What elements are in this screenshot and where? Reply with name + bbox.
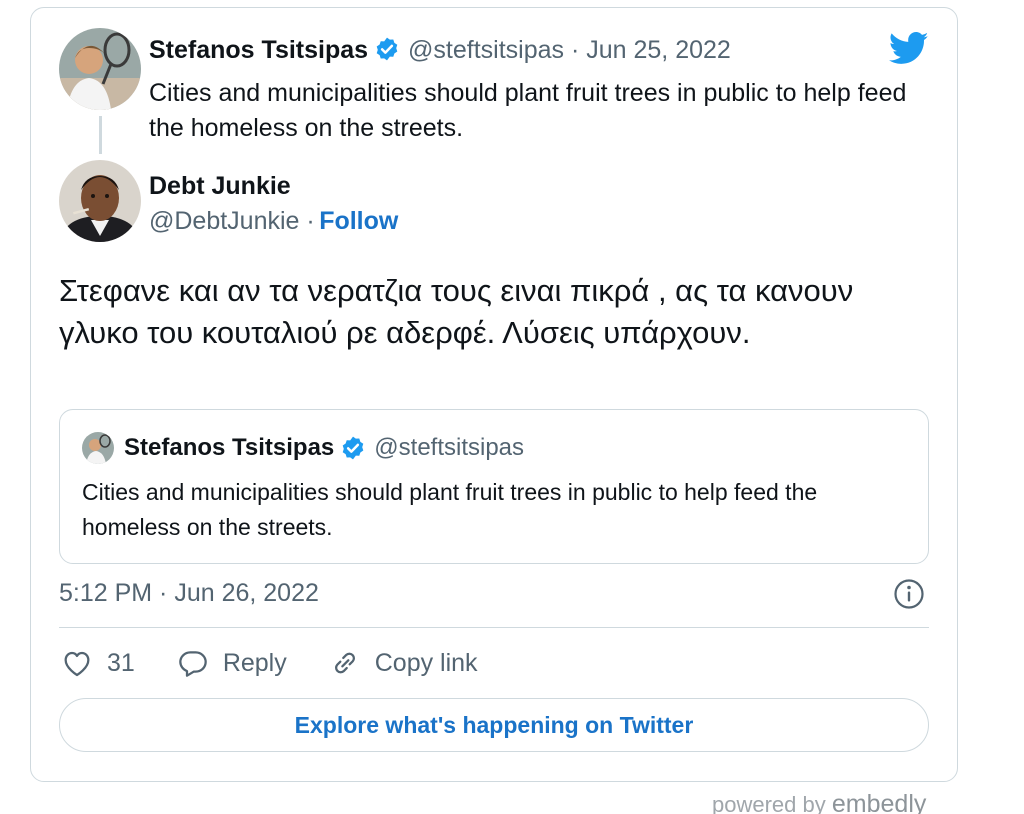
- like-button[interactable]: 31: [61, 647, 135, 679]
- avatar-stefanos[interactable]: [59, 28, 141, 110]
- quoted-tweet-text: Cities and municipalities should plant f…: [82, 479, 818, 540]
- follow-button[interactable]: Follow: [319, 207, 398, 235]
- avatar-debt-junkie[interactable]: [59, 160, 141, 242]
- embedly-brand: embedly: [831, 790, 927, 814]
- quoted-author-name: Stefanos Tsitsipas: [124, 434, 335, 461]
- copy-link-label: Copy link: [374, 648, 478, 677]
- reply-author-name[interactable]: Debt Junkie: [149, 172, 291, 200]
- link-icon: [334, 652, 355, 674]
- tweet-actions: 31 Reply Copy link: [61, 647, 520, 679]
- reply-tweet-text: Στεφανε και αν τα νερατζια τους ειναι πι…: [59, 273, 854, 350]
- powered-by-label: powered by: [712, 792, 826, 814]
- reply-author-handle[interactable]: @DebtJunkie ·: [149, 207, 315, 235]
- twitter-bird-icon[interactable]: [888, 32, 929, 66]
- embedly-credit[interactable]: powered by embedly: [712, 790, 926, 814]
- quoted-author-handle: @steftsitsipas: [374, 434, 525, 461]
- verified-badge-icon: [340, 435, 366, 461]
- reply-author-name-row: Debt Junkie: [149, 172, 291, 201]
- parent-header: Stefanos Tsitsipas @steftsitsipas · Jun 2…: [149, 36, 731, 65]
- thread-connector-line: [99, 116, 102, 154]
- tweet-timestamp[interactable]: 5:12 PM · Jun 26, 2022: [59, 579, 319, 608]
- reply-button[interactable]: Reply: [177, 647, 287, 679]
- reply-label: Reply: [222, 648, 287, 677]
- info-icon[interactable]: [893, 578, 925, 610]
- tweet-embed-card: Stefanos Tsitsipas @steftsitsipas · Jun 2…: [30, 7, 958, 782]
- quoted-tweet-header: Stefanos Tsitsipas @steftsitsipas: [82, 432, 524, 464]
- copy-link-button[interactable]: Copy link: [329, 647, 478, 679]
- parent-handle-date[interactable]: @steftsitsipas · Jun 25, 2022: [408, 36, 731, 64]
- explore-twitter-button[interactable]: Explore what's happening on Twitter: [59, 698, 929, 752]
- reply-bubble-icon: [179, 651, 207, 677]
- divider: [59, 627, 929, 628]
- heart-icon: [64, 651, 90, 677]
- verified-badge-icon: [374, 36, 400, 62]
- reply-handle-row: @DebtJunkie · Follow: [149, 207, 398, 236]
- parent-tweet-text: Cities and municipalities should plant f…: [149, 79, 907, 142]
- like-count: 31: [107, 648, 135, 677]
- quoted-avatar: [82, 432, 114, 464]
- quoted-tweet[interactable]: Stefanos Tsitsipas @steftsitsipas Cities …: [59, 409, 929, 564]
- parent-author-name[interactable]: Stefanos Tsitsipas: [149, 36, 368, 64]
